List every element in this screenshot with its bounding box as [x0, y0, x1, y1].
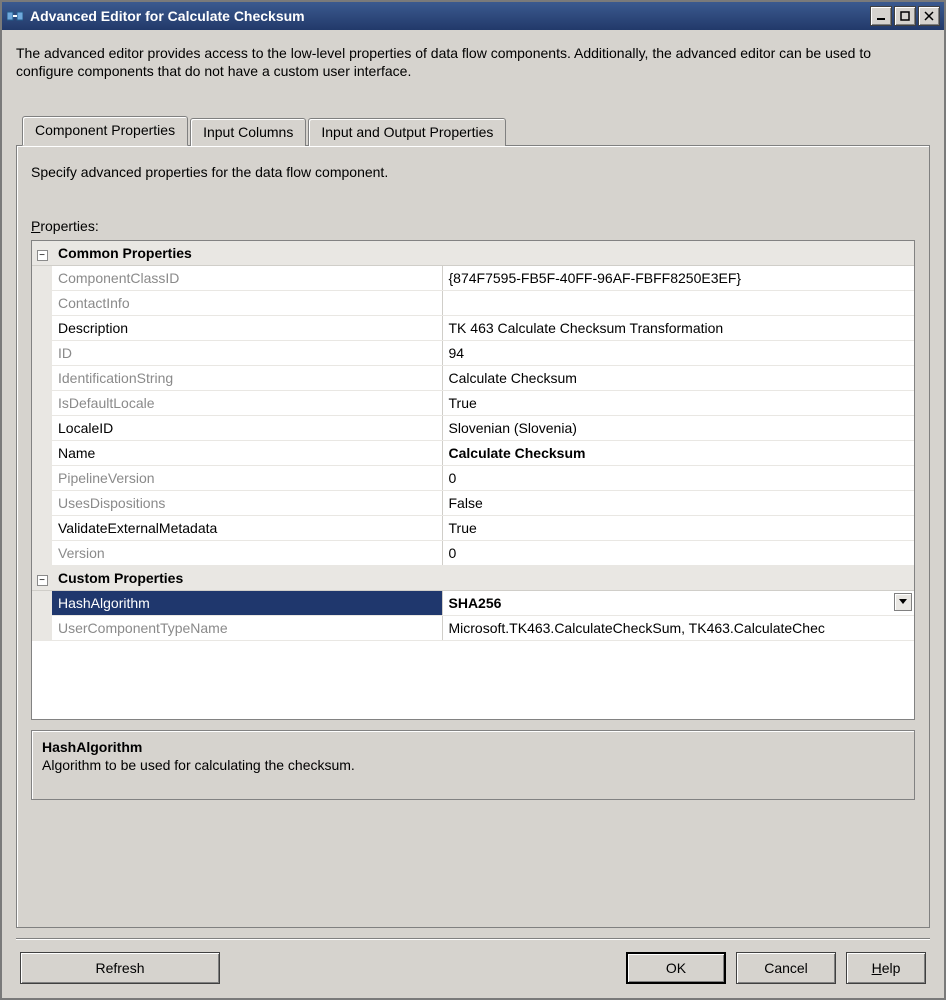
prop-isdefaultlocale[interactable]: IsDefaultLocale True [32, 391, 914, 416]
cancel-button[interactable]: Cancel [736, 952, 836, 984]
close-button[interactable] [918, 6, 940, 26]
prop-contactinfo[interactable]: ContactInfo [32, 291, 914, 316]
category-label: Custom Properties [52, 566, 914, 591]
prop-name[interactable]: Name Calculate Checksum [32, 441, 914, 466]
description-title: HashAlgorithm [42, 739, 904, 755]
help-button[interactable]: Help [846, 952, 926, 984]
tab-strip: Component Properties Input Columns Input… [16, 116, 930, 146]
dialog-buttons: Refresh OK Cancel Help [16, 952, 930, 988]
client-area: The advanced editor provides access to t… [2, 30, 944, 998]
collapse-icon[interactable]: − [37, 575, 48, 586]
window-title: Advanced Editor for Calculate Checksum [30, 8, 870, 24]
minimize-button[interactable] [870, 6, 892, 26]
category-label: Common Properties [52, 241, 914, 266]
category-custom[interactable]: − Custom Properties [32, 566, 914, 591]
prop-componentclassid[interactable]: ComponentClassID {874F7595-FB5F-40FF-96A… [32, 266, 914, 291]
prop-value[interactable]: SHA256 [449, 595, 502, 611]
prop-identificationstring[interactable]: IdentificationString Calculate Checksum [32, 366, 914, 391]
dropdown-button[interactable] [894, 593, 912, 611]
prop-version[interactable]: Version 0 [32, 541, 914, 566]
tab-body: Specify advanced properties for the data… [16, 145, 930, 928]
tab-container: Component Properties Input Columns Input… [16, 116, 930, 928]
titlebar[interactable]: Advanced Editor for Calculate Checksum [2, 2, 944, 30]
tab-input-output-properties[interactable]: Input and Output Properties [308, 118, 506, 146]
prop-usercomponenttypename[interactable]: UserComponentTypeName Microsoft.TK463.Ca… [32, 616, 914, 641]
separator [16, 938, 930, 940]
tab-component-properties[interactable]: Component Properties [22, 116, 188, 146]
collapse-icon[interactable]: − [37, 250, 48, 261]
properties-label: Properties: [31, 218, 915, 234]
ok-button[interactable]: OK [626, 952, 726, 984]
prop-usesdispositions[interactable]: UsesDispositions False [32, 491, 914, 516]
maximize-button[interactable] [894, 6, 916, 26]
intro-text: The advanced editor provides access to t… [16, 44, 930, 80]
prop-description[interactable]: Description TK 463 Calculate Checksum Tr… [32, 316, 914, 341]
tab-instruction: Specify advanced properties for the data… [31, 164, 915, 180]
prop-validateexternalmetadata[interactable]: ValidateExternalMetadata True [32, 516, 914, 541]
prop-pipelineversion[interactable]: PipelineVersion 0 [32, 466, 914, 491]
prop-id[interactable]: ID 94 [32, 341, 914, 366]
category-common[interactable]: − Common Properties [32, 241, 914, 266]
refresh-button[interactable]: Refresh [20, 952, 220, 984]
property-grid[interactable]: − Common Properties ComponentClassID {87… [31, 240, 915, 720]
prop-hashalgorithm[interactable]: HashAlgorithm SHA256 [32, 591, 914, 616]
tab-input-columns[interactable]: Input Columns [190, 118, 306, 146]
window-controls [870, 6, 940, 26]
description-text: Algorithm to be used for calculating the… [42, 757, 904, 773]
description-panel: HashAlgorithm Algorithm to be used for c… [31, 730, 915, 800]
advanced-editor-window: Advanced Editor for Calculate Checksum T… [0, 0, 946, 1000]
prop-localeid[interactable]: LocaleID Slovenian (Slovenia) [32, 416, 914, 441]
app-icon [6, 8, 24, 24]
